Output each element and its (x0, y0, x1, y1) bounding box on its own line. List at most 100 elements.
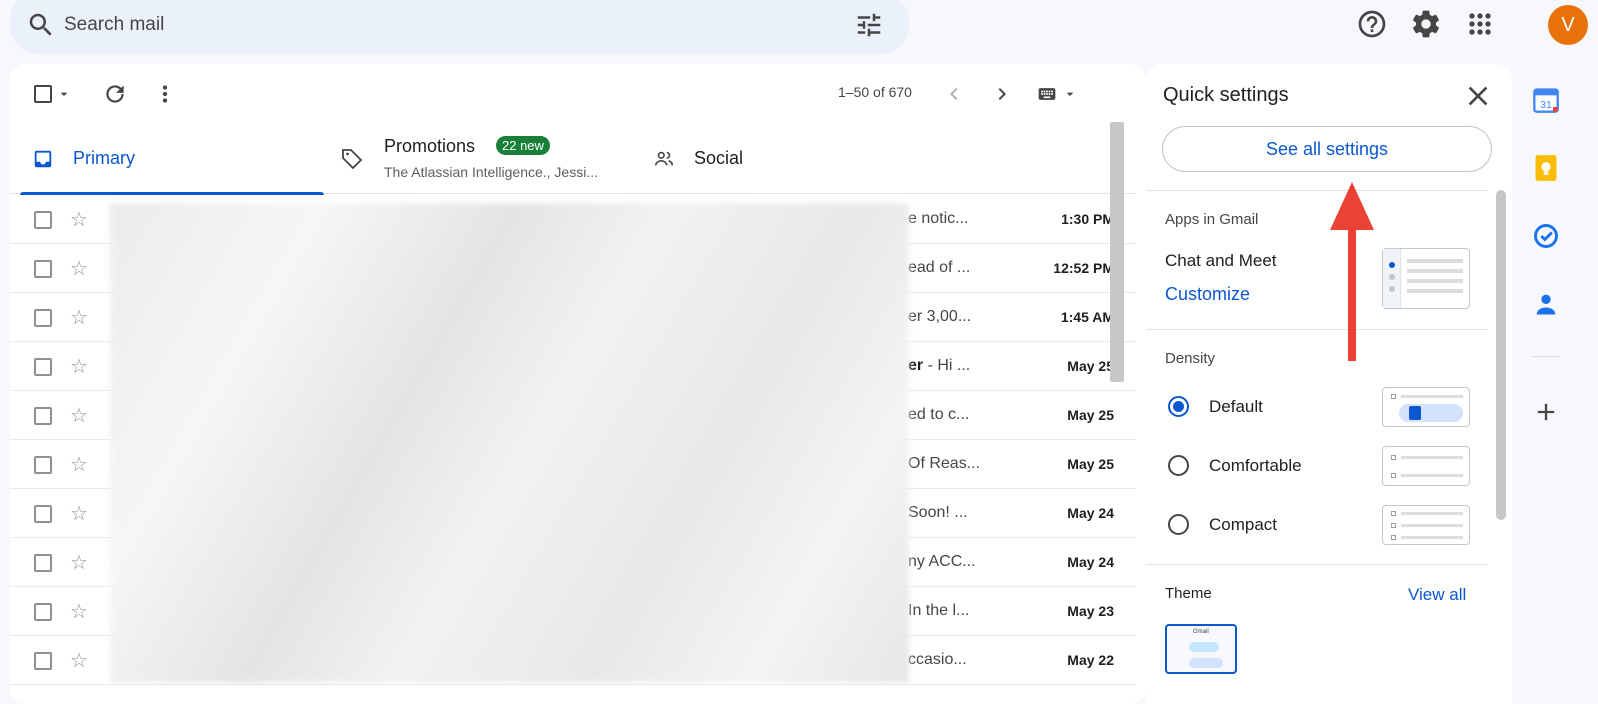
star-icon[interactable]: ☆ (70, 403, 88, 428)
star-icon[interactable]: ☆ (70, 207, 88, 232)
search-input[interactable]: Search mail (64, 14, 164, 36)
doc-icon (1409, 406, 1421, 420)
account-avatar[interactable]: V (1548, 5, 1588, 45)
density-compact-thumbnail (1382, 505, 1470, 545)
help-icon[interactable] (1356, 8, 1388, 40)
theme-thumbnail-default[interactable]: Gmail (1165, 624, 1237, 674)
checkbox-square[interactable] (34, 85, 52, 103)
row-checkbox[interactable] (34, 603, 52, 621)
thumb-box (1391, 473, 1396, 478)
star-icon[interactable]: ☆ (70, 305, 88, 330)
more-vert-icon[interactable] (152, 81, 178, 107)
quick-settings-title: Quick settings (1163, 84, 1289, 106)
theme-heading: Theme (1165, 585, 1212, 602)
thumb-box (1391, 511, 1396, 516)
email-time: May 24 (1067, 554, 1114, 570)
row-checkbox[interactable] (34, 260, 52, 278)
star-icon[interactable]: ☆ (70, 452, 88, 477)
density-comfortable-thumbnail (1382, 446, 1470, 486)
thumb-highlight (1189, 658, 1223, 668)
email-snippet: ny ACC... (908, 553, 976, 570)
row-checkbox[interactable] (34, 554, 52, 572)
svg-text:31: 31 (1540, 99, 1552, 111)
add-icon[interactable] (1532, 398, 1560, 426)
row-checkbox[interactable] (34, 309, 52, 327)
density-option-label[interactable]: Comfortable (1209, 456, 1302, 476)
thumb-dot (1389, 286, 1395, 292)
chevron-left-icon[interactable] (942, 82, 966, 106)
email-snippet: er 3,00... (908, 308, 972, 325)
email-time: May 24 (1067, 505, 1114, 521)
quick-settings-scrollbar[interactable] (1496, 190, 1506, 520)
apps-grid-icon[interactable] (1464, 8, 1496, 40)
density-option-label[interactable]: Default (1209, 397, 1263, 417)
tab-promotions[interactable]: Promotions 22 new The Atlassian Intellig… (330, 122, 630, 194)
thumb-line (1401, 512, 1463, 515)
theme-thumb-label: Gmail (1193, 629, 1209, 635)
tab-primary[interactable]: Primary (10, 122, 324, 195)
tasks-icon[interactable] (1532, 222, 1560, 250)
thumb-dot (1389, 262, 1395, 268)
row-checkbox[interactable] (34, 456, 52, 474)
email-time: May 23 (1067, 603, 1114, 619)
thumb-line (1401, 524, 1463, 527)
star-icon[interactable]: ☆ (70, 354, 88, 379)
density-comfortable-radio[interactable] (1168, 455, 1189, 476)
thumb-box (1391, 455, 1396, 460)
row-checkbox[interactable] (34, 211, 52, 229)
thumb-box (1391, 394, 1396, 399)
tab-social[interactable]: Social (640, 122, 940, 194)
redacted-blur-overlay (110, 203, 909, 683)
star-icon[interactable]: ☆ (70, 256, 88, 281)
star-icon[interactable]: ☆ (70, 599, 88, 624)
input-tools-button[interactable] (1034, 84, 1084, 104)
thumb-box (1391, 535, 1396, 540)
email-time: May 22 (1067, 652, 1114, 668)
tab-label: Primary (73, 148, 135, 168)
density-heading: Density (1165, 350, 1216, 367)
thumb-box (1391, 523, 1396, 528)
density-default-radio[interactable] (1168, 396, 1189, 417)
tab-label: Social (694, 148, 744, 168)
thumb-dot (1389, 274, 1395, 280)
chevron-down-icon[interactable] (56, 86, 72, 102)
email-snippet: er - Hi ... (908, 357, 970, 375)
customize-link[interactable]: Customize (1165, 284, 1250, 305)
thumb-line (1407, 269, 1463, 273)
star-icon[interactable]: ☆ (70, 648, 88, 673)
row-checkbox[interactable] (34, 652, 52, 670)
star-icon[interactable]: ☆ (70, 550, 88, 575)
contacts-icon[interactable] (1532, 290, 1560, 318)
snippet-rest: - Hi ... (923, 357, 971, 374)
thumb-line (1401, 395, 1463, 398)
thumb-line (1401, 536, 1463, 539)
row-checkbox[interactable] (34, 407, 52, 425)
search-options-icon[interactable] (854, 10, 884, 40)
refresh-icon[interactable] (102, 81, 128, 107)
close-icon[interactable] (1462, 80, 1494, 112)
row-checkbox[interactable] (34, 505, 52, 523)
chevron-right-icon[interactable] (990, 82, 1014, 106)
email-time: 1:45 AM (1060, 309, 1114, 325)
calendar-icon[interactable]: 31 (1532, 86, 1560, 114)
email-time: 1:30 PM (1061, 211, 1114, 227)
thumb-line (1401, 456, 1463, 459)
email-snippet: Of Reas... (908, 455, 981, 472)
email-snippet: ccasio... (908, 651, 967, 668)
people-icon (654, 151, 674, 166)
apps-layout-thumbnail (1382, 248, 1470, 309)
density-compact-radio[interactable] (1168, 514, 1189, 535)
keep-icon[interactable] (1532, 154, 1560, 182)
chevron-down-icon (1066, 92, 1074, 96)
see-all-settings-button[interactable]: See all settings (1162, 126, 1492, 172)
search-bar[interactable]: Search mail (10, 0, 909, 54)
thumb-line (1407, 259, 1463, 263)
settings-gear-icon[interactable] (1410, 8, 1442, 40)
tab-subtitle: The Atlassian Intelligence., Jessi... (384, 164, 598, 180)
search-icon[interactable] (26, 10, 56, 40)
density-option-label[interactable]: Compact (1209, 515, 1277, 535)
list-scrollbar[interactable] (1110, 122, 1124, 382)
star-icon[interactable]: ☆ (70, 501, 88, 526)
view-all-themes-link[interactable]: View all (1408, 585, 1466, 605)
row-checkbox[interactable] (34, 358, 52, 376)
